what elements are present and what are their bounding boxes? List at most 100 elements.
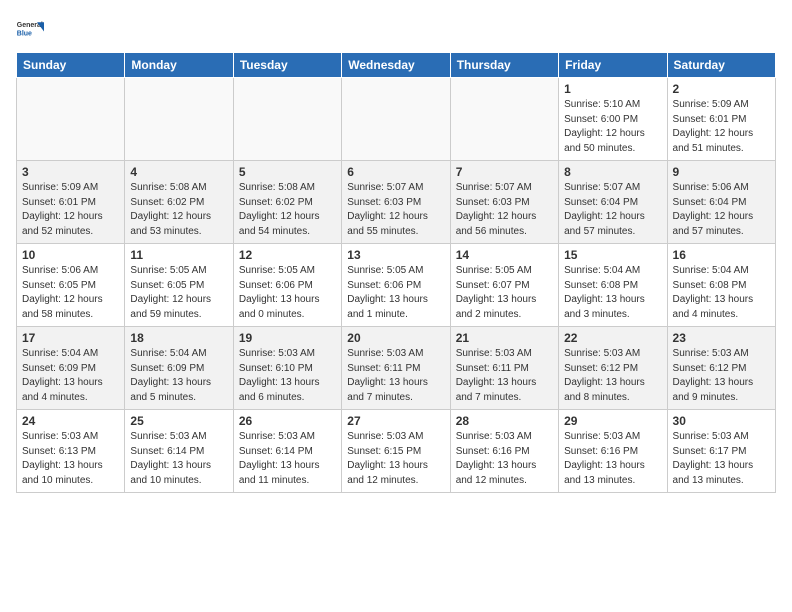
weekday-header: Wednesday [342,53,450,78]
calendar-cell [450,78,558,161]
calendar-week-row: 3 Sunrise: 5:09 AM Sunset: 6:01 PM Daylig… [17,161,776,244]
calendar-cell: 19 Sunrise: 5:03 AM Sunset: 6:10 PM Dayli… [233,327,341,410]
day-info: Sunrise: 5:03 AM Sunset: 6:15 PM Dayligh… [347,430,444,488]
calendar-cell: 3 Sunrise: 5:09 AM Sunset: 6:01 PM Daylig… [17,161,125,244]
day-number: 11 [130,248,227,262]
day-info: Sunrise: 5:07 AM Sunset: 6:03 PM Dayligh… [456,181,553,239]
day-info: Sunrise: 5:05 AM Sunset: 6:06 PM Dayligh… [239,264,336,322]
day-info: Sunrise: 5:06 AM Sunset: 6:05 PM Dayligh… [22,264,119,322]
weekday-header: Saturday [667,53,775,78]
day-info: Sunrise: 5:03 AM Sunset: 6:14 PM Dayligh… [239,430,336,488]
day-number: 14 [456,248,553,262]
day-number: 9 [673,165,770,179]
calendar-cell: 17 Sunrise: 5:04 AM Sunset: 6:09 PM Dayli… [17,327,125,410]
calendar-cell: 4 Sunrise: 5:08 AM Sunset: 6:02 PM Daylig… [125,161,233,244]
page-header: GeneralBlue [16,16,776,44]
day-info: Sunrise: 5:03 AM Sunset: 6:17 PM Dayligh… [673,430,770,488]
day-info: Sunrise: 5:09 AM Sunset: 6:01 PM Dayligh… [22,181,119,239]
day-info: Sunrise: 5:04 AM Sunset: 6:09 PM Dayligh… [22,347,119,405]
day-info: Sunrise: 5:03 AM Sunset: 6:11 PM Dayligh… [347,347,444,405]
calendar-cell: 11 Sunrise: 5:05 AM Sunset: 6:05 PM Dayli… [125,244,233,327]
calendar-cell: 23 Sunrise: 5:03 AM Sunset: 6:12 PM Dayli… [667,327,775,410]
calendar-cell: 20 Sunrise: 5:03 AM Sunset: 6:11 PM Dayli… [342,327,450,410]
calendar-cell: 15 Sunrise: 5:04 AM Sunset: 6:08 PM Dayli… [559,244,667,327]
day-number: 22 [564,331,661,345]
logo-icon: GeneralBlue [16,16,44,44]
calendar-cell: 22 Sunrise: 5:03 AM Sunset: 6:12 PM Dayli… [559,327,667,410]
day-number: 24 [22,414,119,428]
day-info: Sunrise: 5:05 AM Sunset: 6:07 PM Dayligh… [456,264,553,322]
day-info: Sunrise: 5:03 AM Sunset: 6:12 PM Dayligh… [673,347,770,405]
calendar-week-row: 17 Sunrise: 5:04 AM Sunset: 6:09 PM Dayli… [17,327,776,410]
day-info: Sunrise: 5:08 AM Sunset: 6:02 PM Dayligh… [239,181,336,239]
day-info: Sunrise: 5:03 AM Sunset: 6:14 PM Dayligh… [130,430,227,488]
day-info: Sunrise: 5:03 AM Sunset: 6:10 PM Dayligh… [239,347,336,405]
weekday-header: Monday [125,53,233,78]
calendar-cell: 2 Sunrise: 5:09 AM Sunset: 6:01 PM Daylig… [667,78,775,161]
calendar-cell [342,78,450,161]
day-info: Sunrise: 5:08 AM Sunset: 6:02 PM Dayligh… [130,181,227,239]
day-info: Sunrise: 5:03 AM Sunset: 6:11 PM Dayligh… [456,347,553,405]
day-number: 23 [673,331,770,345]
day-info: Sunrise: 5:07 AM Sunset: 6:04 PM Dayligh… [564,181,661,239]
calendar-cell: 26 Sunrise: 5:03 AM Sunset: 6:14 PM Dayli… [233,410,341,493]
calendar-cell: 13 Sunrise: 5:05 AM Sunset: 6:06 PM Dayli… [342,244,450,327]
day-info: Sunrise: 5:03 AM Sunset: 6:12 PM Dayligh… [564,347,661,405]
day-number: 6 [347,165,444,179]
day-number: 12 [239,248,336,262]
calendar-cell: 1 Sunrise: 5:10 AM Sunset: 6:00 PM Daylig… [559,78,667,161]
weekday-header: Thursday [450,53,558,78]
calendar-cell: 10Sunrise: 5:06 AM Sunset: 6:05 PM Dayli… [17,244,125,327]
calendar-cell: 24 Sunrise: 5:03 AM Sunset: 6:13 PM Dayli… [17,410,125,493]
day-info: Sunrise: 5:09 AM Sunset: 6:01 PM Dayligh… [673,98,770,156]
day-number: 8 [564,165,661,179]
calendar-week-row: 10Sunrise: 5:06 AM Sunset: 6:05 PM Dayli… [17,244,776,327]
calendar-cell: 21 Sunrise: 5:03 AM Sunset: 6:11 PM Dayli… [450,327,558,410]
day-info: Sunrise: 5:05 AM Sunset: 6:06 PM Dayligh… [347,264,444,322]
calendar-cell: 29 Sunrise: 5:03 AM Sunset: 6:16 PM Dayli… [559,410,667,493]
weekday-header-row: SundayMondayTuesdayWednesdayThursdayFrid… [17,53,776,78]
calendar-cell: 5 Sunrise: 5:08 AM Sunset: 6:02 PM Daylig… [233,161,341,244]
day-info: Sunrise: 5:03 AM Sunset: 6:16 PM Dayligh… [456,430,553,488]
calendar-cell: 8 Sunrise: 5:07 AM Sunset: 6:04 PM Daylig… [559,161,667,244]
calendar-cell: 16 Sunrise: 5:04 AM Sunset: 6:08 PM Dayli… [667,244,775,327]
day-number: 17 [22,331,119,345]
day-number: 1 [564,82,661,96]
calendar-cell: 9Sunrise: 5:06 AM Sunset: 6:04 PM Daylig… [667,161,775,244]
svg-text:Blue: Blue [17,30,32,37]
day-info: Sunrise: 5:10 AM Sunset: 6:00 PM Dayligh… [564,98,661,156]
day-number: 27 [347,414,444,428]
day-number: 4 [130,165,227,179]
day-number: 25 [130,414,227,428]
day-number: 26 [239,414,336,428]
day-number: 15 [564,248,661,262]
day-number: 19 [239,331,336,345]
day-info: Sunrise: 5:03 AM Sunset: 6:13 PM Dayligh… [22,430,119,488]
logo: GeneralBlue [16,16,44,44]
day-info: Sunrise: 5:03 AM Sunset: 6:16 PM Dayligh… [564,430,661,488]
day-number: 2 [673,82,770,96]
calendar-cell: 12 Sunrise: 5:05 AM Sunset: 6:06 PM Dayli… [233,244,341,327]
weekday-header: Sunday [17,53,125,78]
day-info: Sunrise: 5:04 AM Sunset: 6:08 PM Dayligh… [564,264,661,322]
day-number: 21 [456,331,553,345]
calendar-cell: 18Sunrise: 5:04 AM Sunset: 6:09 PM Dayli… [125,327,233,410]
calendar-cell: 14 Sunrise: 5:05 AM Sunset: 6:07 PM Dayli… [450,244,558,327]
calendar-week-row: 1 Sunrise: 5:10 AM Sunset: 6:00 PM Daylig… [17,78,776,161]
calendar-cell [17,78,125,161]
calendar-cell: 25 Sunrise: 5:03 AM Sunset: 6:14 PM Dayli… [125,410,233,493]
day-number: 3 [22,165,119,179]
day-info: Sunrise: 5:07 AM Sunset: 6:03 PM Dayligh… [347,181,444,239]
calendar-cell [233,78,341,161]
calendar-week-row: 24 Sunrise: 5:03 AM Sunset: 6:13 PM Dayli… [17,410,776,493]
calendar-cell: 7 Sunrise: 5:07 AM Sunset: 6:03 PM Daylig… [450,161,558,244]
day-info: Sunrise: 5:05 AM Sunset: 6:05 PM Dayligh… [130,264,227,322]
day-number: 20 [347,331,444,345]
day-number: 29 [564,414,661,428]
day-number: 7 [456,165,553,179]
day-number: 16 [673,248,770,262]
day-number: 13 [347,248,444,262]
day-number: 5 [239,165,336,179]
weekday-header: Tuesday [233,53,341,78]
day-info: Sunrise: 5:04 AM Sunset: 6:08 PM Dayligh… [673,264,770,322]
